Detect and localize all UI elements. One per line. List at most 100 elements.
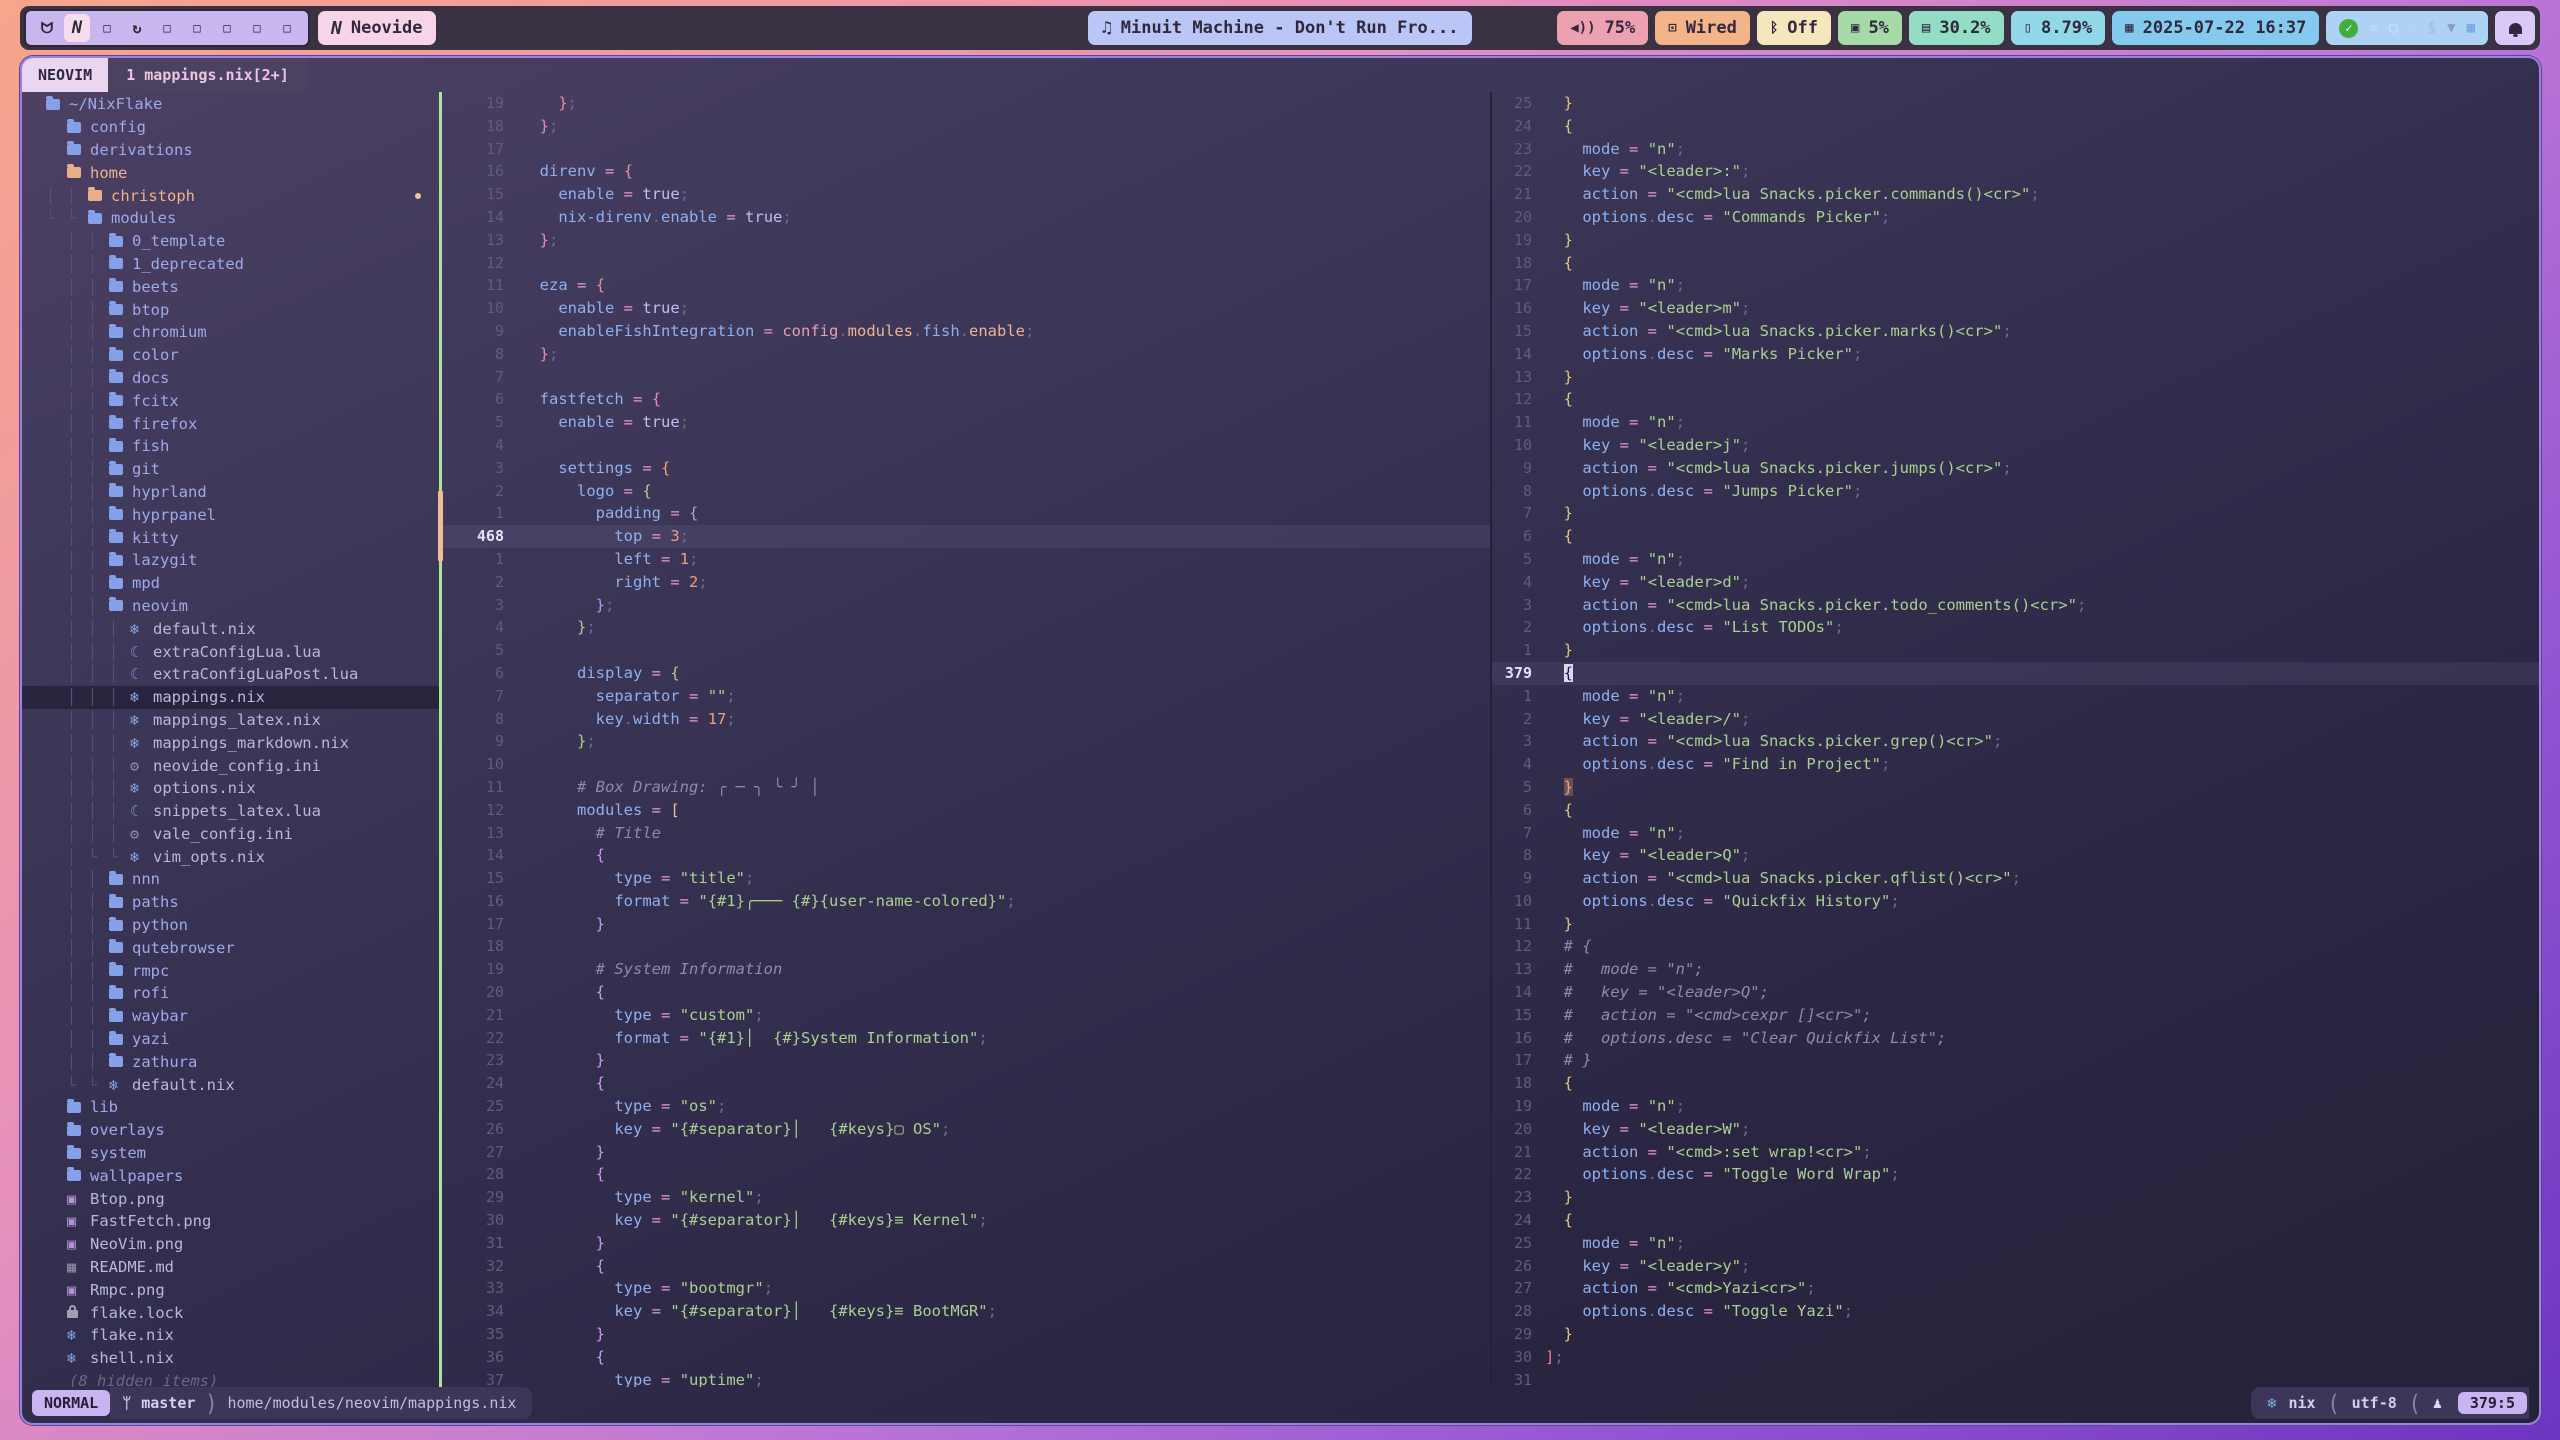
square-app-icon[interactable]: ▢ <box>2389 21 2397 35</box>
code-line[interactable]: 3 settings = { <box>442 457 1490 480</box>
code-line[interactable]: 5 enable = true; <box>442 411 1490 434</box>
code-line[interactable]: 17 # } <box>1492 1049 2539 1072</box>
tree-item[interactable]: derivations <box>22 139 439 162</box>
code-line[interactable]: 6 fastfetch = { <box>442 388 1490 411</box>
code-line[interactable]: 25 type = "os"; <box>442 1095 1490 1118</box>
active-window-chip[interactable]: N Neovide <box>318 11 436 45</box>
code-line[interactable]: 6 { <box>1492 799 2539 822</box>
code-line[interactable]: 24 { <box>442 1072 1490 1095</box>
tree-item[interactable]: ││nnn <box>22 868 439 891</box>
tree-item[interactable]: ││chromium <box>22 321 439 344</box>
tree-item[interactable]: ││fish <box>22 435 439 458</box>
tree-item[interactable]: ││fcitx <box>22 389 439 412</box>
code-line[interactable]: 15 # action = "<cmd>cexpr []<cr>"; <box>1492 1004 2539 1027</box>
code-line[interactable]: 29 } <box>1492 1323 2539 1346</box>
tree-item[interactable]: ││hyprpanel <box>22 503 439 526</box>
code-line[interactable]: 11 eza = { <box>442 274 1490 297</box>
code-line[interactable]: 18 { <box>1492 1072 2539 1095</box>
code-line[interactable]: 10 enable = true; <box>442 297 1490 320</box>
code-line[interactable]: 17 <box>442 138 1490 161</box>
cat-icon[interactable]: ᗢ <box>34 14 60 42</box>
code-line[interactable]: 1 mode = "n"; <box>1492 685 2539 708</box>
tree-item[interactable]: ││kitty <box>22 526 439 549</box>
code-line[interactable]: 6 { <box>1492 525 2539 548</box>
tree-item[interactable]: ││zathura <box>22 1050 439 1073</box>
tree-item[interactable]: ~/NixFlake <box>22 93 439 116</box>
wave-icon[interactable]: ≈ <box>2369 21 2377 35</box>
code-line[interactable]: 35 } <box>442 1323 1490 1346</box>
code-line[interactable]: 9 action = "<cmd>lua Snacks.picker.jumps… <box>1492 457 2539 480</box>
code-line[interactable]: 21 type = "custom"; <box>442 1004 1490 1027</box>
tree-item[interactable]: wallpapers <box>22 1164 439 1187</box>
code-line[interactable]: 10 <box>442 753 1490 776</box>
code-line[interactable]: 19 mode = "n"; <box>1492 1095 2539 1118</box>
disk-module[interactable]: ▯8.79% <box>2011 11 2106 45</box>
volume-module[interactable]: ◀))75% <box>1557 11 1648 45</box>
code-line[interactable]: 22 key = "<leader>:"; <box>1492 160 2539 183</box>
tree-item[interactable]: ││qutebrowser <box>22 936 439 959</box>
tree-item[interactable]: ││neovim <box>22 595 439 618</box>
code-line[interactable]: 1 left = 1; <box>442 548 1490 571</box>
tree-item[interactable]: │└└❄vim_opts.nix <box>22 845 439 868</box>
code-line[interactable]: 13 # mode = "n"; <box>1492 958 2539 981</box>
code-line[interactable]: 468 top = 3; <box>442 525 1490 548</box>
tree-item[interactable]: ❄flake.nix <box>22 1324 439 1347</box>
media-player-chip[interactable]: ♫ Minuit Machine - Don't Run Fro... <box>1088 11 1471 45</box>
memory-module[interactable]: ▤30.2% <box>1909 11 2004 45</box>
tree-item[interactable]: └└modules <box>22 207 439 230</box>
key-icon[interactable]: § <box>2428 21 2436 35</box>
code-line[interactable]: 8 key.width = 17; <box>442 708 1490 731</box>
code-line[interactable]: 16 # options.desc = "Clear Quickfix List… <box>1492 1027 2539 1050</box>
tree-item[interactable]: ││lazygit <box>22 549 439 572</box>
tree-item[interactable]: │││☾snippets_latex.lua <box>22 800 439 823</box>
tree-item[interactable]: ││rmpc <box>22 959 439 982</box>
cpu-module[interactable]: ▣5% <box>1838 11 1902 45</box>
code-line[interactable]: 10 options.desc = "Quickfix History"; <box>1492 890 2539 913</box>
code-line[interactable]: 14 { <box>442 844 1490 867</box>
code-line[interactable]: 24 { <box>1492 1209 2539 1232</box>
tree-item[interactable]: │││☾extraConfigLua.lua <box>22 640 439 663</box>
code-line[interactable]: 4 }; <box>442 616 1490 639</box>
code-line[interactable]: 4 options.desc = "Find in Project"; <box>1492 753 2539 776</box>
flame-icon[interactable]: ↻ <box>124 14 150 42</box>
tree-item[interactable]: │││❄mappings_latex.nix <box>22 709 439 732</box>
code-line[interactable]: 9 enableFishIntegration = config.modules… <box>442 320 1490 343</box>
code-line[interactable]: 9 action = "<cmd>lua Snacks.picker.qflis… <box>1492 867 2539 890</box>
tree-item[interactable]: │││❄default.nix <box>22 617 439 640</box>
code-line[interactable]: 23 mode = "n"; <box>1492 138 2539 161</box>
tree-item[interactable]: (8 hidden items) <box>22 1370 439 1387</box>
tree-item[interactable]: ││python <box>22 914 439 937</box>
code-line[interactable]: 7 <box>442 366 1490 389</box>
tree-item[interactable]: ││beets <box>22 275 439 298</box>
scrollbar-thumb[interactable] <box>438 490 443 562</box>
code-line[interactable]: 5 } <box>1492 776 2539 799</box>
code-line[interactable]: 14 nix-direnv.enable = true; <box>442 206 1490 229</box>
tree-item[interactable]: │││❄mappings.nix <box>22 686 439 709</box>
code-line[interactable]: 13 } <box>1492 366 2539 389</box>
code-line[interactable]: 27 action = "<cmd>Yazi<cr>"; <box>1492 1277 2539 1300</box>
code-line[interactable]: 2 key = "<leader>/"; <box>1492 708 2539 731</box>
code-line[interactable]: 17 mode = "n"; <box>1492 274 2539 297</box>
code-line[interactable]: 5 mode = "n"; <box>1492 548 2539 571</box>
code-line[interactable]: 12 { <box>1492 388 2539 411</box>
tree-item[interactable]: └└❄default.nix <box>22 1073 439 1096</box>
code-line[interactable]: 32 { <box>442 1255 1490 1278</box>
tree-item[interactable]: ▣FastFetch.png <box>22 1210 439 1233</box>
code-line[interactable]: 18 <box>442 935 1490 958</box>
code-line[interactable]: 27 } <box>442 1141 1490 1164</box>
tree-item[interactable]: config <box>22 116 439 139</box>
code-line[interactable]: 2 logo = { <box>442 480 1490 503</box>
tree-item[interactable]: ││paths <box>22 891 439 914</box>
tree-split-handle[interactable] <box>439 92 442 1387</box>
code-line[interactable]: 23 } <box>442 1049 1490 1072</box>
empty-workspace-icon[interactable]: □ <box>214 14 240 42</box>
code-line[interactable]: 4 key = "<leader>d"; <box>1492 571 2539 594</box>
phone-icon[interactable]: ▯ <box>2408 21 2416 35</box>
tree-item[interactable]: │││❄mappings_markdown.nix <box>22 731 439 754</box>
code-line[interactable]: 33 type = "bootmgr"; <box>442 1277 1490 1300</box>
code-line[interactable]: 9 }; <box>442 730 1490 753</box>
tree-item[interactable]: ││yazi <box>22 1028 439 1051</box>
code-line[interactable]: 20 key = "<leader>W"; <box>1492 1118 2539 1141</box>
code-line[interactable]: 12 # { <box>1492 935 2539 958</box>
tree-item[interactable]: system <box>22 1142 439 1165</box>
